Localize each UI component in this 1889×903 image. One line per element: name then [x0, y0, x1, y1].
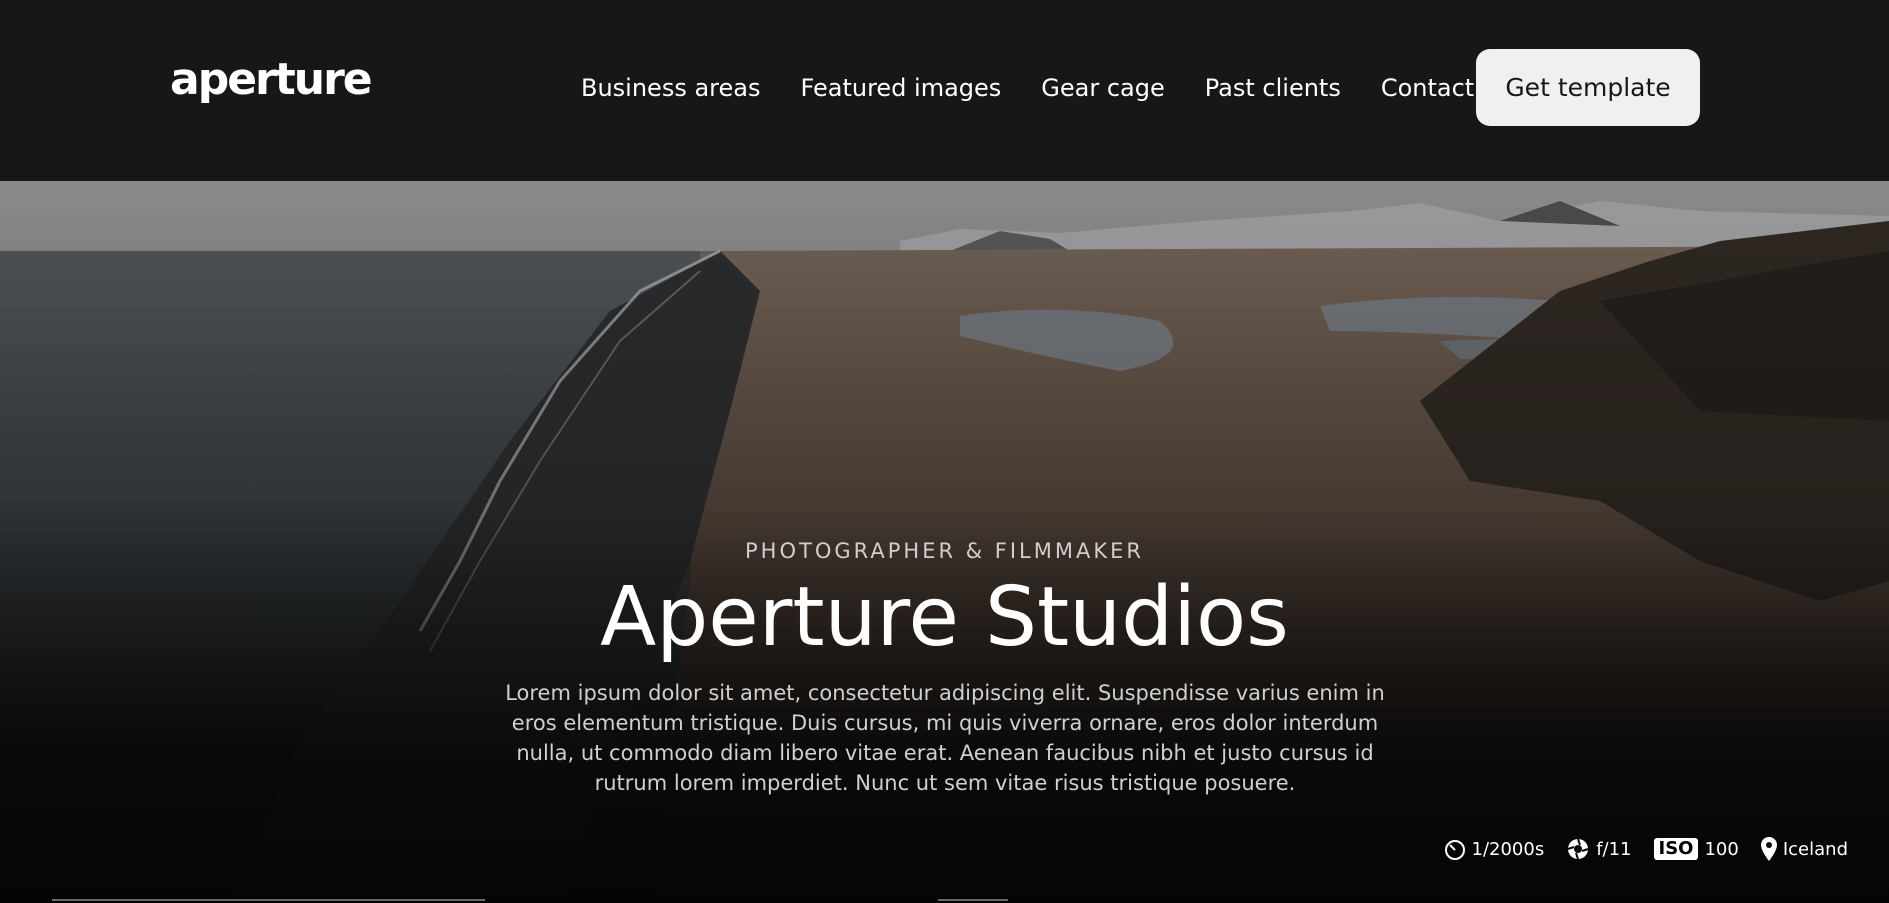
iso-value: 100	[1704, 838, 1739, 860]
gallery-strip-left	[52, 899, 485, 901]
gallery-strip-middle	[938, 899, 1008, 901]
nav-link-featured-images[interactable]: Featured images	[800, 74, 1001, 102]
aperture-icon	[1567, 838, 1589, 860]
nav-link-contact[interactable]: Contact	[1381, 74, 1474, 102]
brand-logo[interactable]: aperture	[170, 58, 373, 102]
iso-setting: ISO 100	[1653, 838, 1739, 860]
hero-description: Lorem ipsum dolor sit amet, consectetur …	[505, 681, 1385, 795]
iso-badge: ISO	[1653, 838, 1699, 860]
hero-section: PHOTOGRAPHER & FILMMAKER Aperture Studio…	[0, 181, 1889, 903]
photo-metadata: 1/2000s f/11 ISO 100 Iceland	[1444, 837, 1848, 861]
hero-eyebrow: PHOTOGRAPHER & FILMMAKER	[745, 539, 1144, 563]
top-navigation: aperture Business areas Featured images …	[0, 0, 1889, 181]
hero-title: Aperture Studios	[600, 570, 1289, 665]
get-template-button[interactable]: Get template	[1476, 49, 1700, 126]
shutter-speed-value: 1/2000s	[1471, 838, 1545, 860]
location-value: Iceland	[1782, 838, 1848, 860]
shutter-speed: 1/2000s	[1444, 838, 1545, 860]
aperture-value: f/11	[1596, 838, 1632, 860]
nav-link-past-clients[interactable]: Past clients	[1205, 74, 1341, 102]
map-pin-icon	[1760, 837, 1777, 861]
location: Iceland	[1760, 837, 1848, 861]
stopwatch-icon	[1444, 840, 1465, 860]
nav-link-gear-cage[interactable]: Gear cage	[1041, 74, 1164, 102]
aperture-setting: f/11	[1566, 837, 1632, 861]
nav-link-business-areas[interactable]: Business areas	[581, 74, 760, 102]
nav-links: Business areas Featured images Gear cage…	[581, 74, 1474, 102]
